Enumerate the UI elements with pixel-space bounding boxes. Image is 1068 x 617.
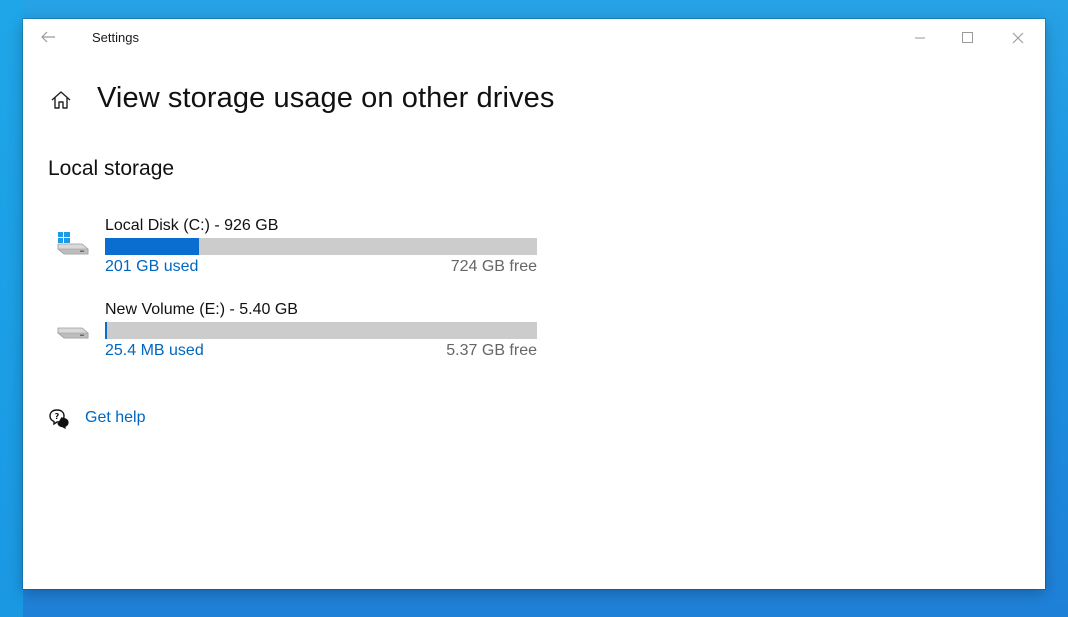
system-drive-icon [54,230,90,258]
storage-used-fill [105,238,199,255]
maximize-button[interactable] [943,19,993,56]
free-space: 5.37 GB free [446,342,537,359]
help-chat-icon: ? [49,409,69,429]
close-button[interactable] [993,19,1043,56]
used-space: 201 GB used [105,258,199,275]
section-title: Local storage [48,157,175,180]
page-title: View storage usage on other drives [97,82,555,114]
maximize-icon [962,31,973,43]
close-icon [1012,32,1024,43]
minimize-button[interactable] [895,19,945,56]
drive-name: Local Disk (C:) - 926 GB [105,217,279,234]
window-title: Settings [92,30,139,45]
free-space: 724 GB free [450,258,537,275]
storage-used-fill [105,322,107,339]
settings-window: Settings View storage usage on other dri… [23,19,1045,589]
drive-item-e[interactable]: New Volume (E:) - 5.40 GB 25.4 MB used 5… [48,300,568,370]
back-arrow-icon [41,31,55,43]
svg-text:?: ? [55,412,60,421]
title-bar: Settings [23,19,1045,56]
drive-name: New Volume (E:) - 5.40 GB [105,301,298,318]
minimize-icon [915,37,925,38]
desktop-background [0,0,23,617]
back-button[interactable] [35,25,61,49]
get-help-link[interactable]: ? Get help [48,405,145,431]
used-space: 25.4 MB used [105,342,204,359]
get-help-label: Get help [85,409,146,426]
storage-usage-bar [105,322,537,339]
storage-usage-bar [105,238,537,255]
drive-item-c[interactable]: Local Disk (C:) - 926 GB 201 GB used 724… [48,216,568,286]
drive-icon [54,314,90,342]
home-icon[interactable] [49,88,73,112]
